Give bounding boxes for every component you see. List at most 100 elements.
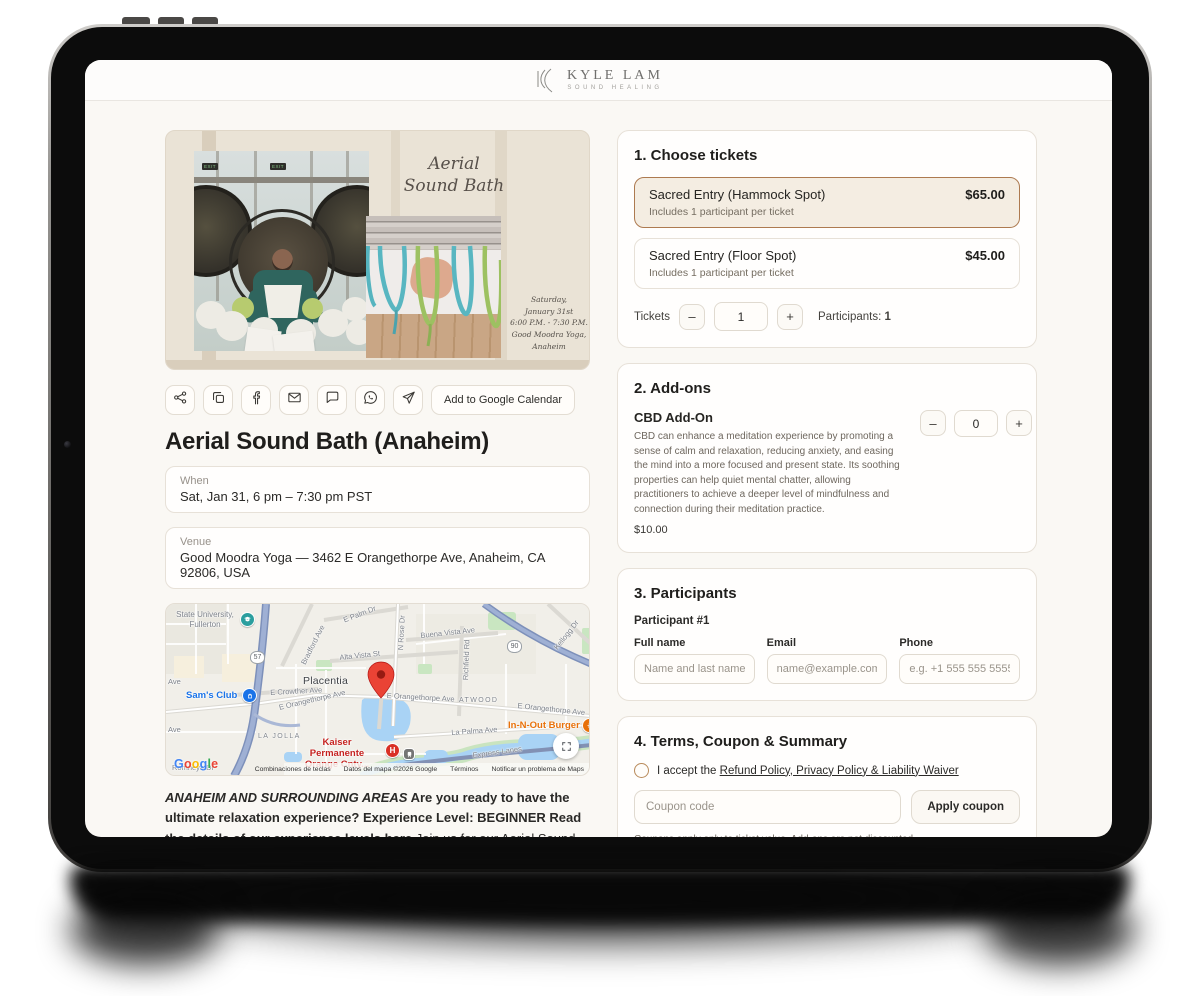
phone-input[interactable]	[899, 654, 1020, 684]
device-reflection-right	[985, 895, 1135, 965]
tablet-screen: KYLE LAM SOUND HEALING AerialSound Bath	[85, 60, 1112, 837]
venue-map[interactable]: State University, Fullerton 57 90 Bradfo…	[165, 603, 590, 776]
exit-sign: EXIT	[202, 163, 218, 170]
event-description: ANAHEIM AND SURROUNDING AREAS Are you re…	[165, 788, 590, 837]
share-icon	[172, 389, 189, 411]
addon-plus-button[interactable]: +	[1006, 410, 1032, 436]
google-logo[interactable]: Google	[174, 757, 218, 771]
map-keyboard-shortcuts-link[interactable]: Combinaciones de teclas	[255, 766, 331, 773]
highway-90-badge: 90	[507, 640, 522, 653]
accept-terms-text: I accept the	[657, 765, 720, 777]
full-name-label: Full name	[634, 637, 755, 649]
terms-title: 4. Terms, Coupon & Summary	[634, 733, 1020, 750]
when-value: Sat, Jan 31, 6 pm – 7:30 pm PST	[180, 489, 575, 504]
email-label: Email	[767, 637, 888, 649]
venue-card: Venue Good Moodra Yoga — 3462 E Orangeth…	[165, 527, 590, 589]
participants-count-value: 1	[884, 311, 890, 323]
ticket-price: $65.00	[965, 187, 1005, 202]
event-title: Aerial Sound Bath (Anaheim)	[165, 428, 590, 456]
when-label: When	[180, 475, 575, 487]
full-name-input[interactable]	[634, 654, 755, 684]
map-data-copyright: Datos del mapa ©2026 Google	[344, 766, 437, 773]
facebook-icon	[248, 389, 265, 411]
map-fullscreen-button[interactable]	[553, 733, 579, 759]
tickets-quantity-input[interactable]	[714, 302, 768, 331]
participants-card: 3. Participants Participant #1 Full name…	[617, 568, 1037, 701]
coupon-code-input[interactable]	[634, 790, 901, 824]
addon-name: CBD Add-On	[634, 410, 906, 425]
person	[272, 249, 293, 272]
brand-tagline: SOUND HEALING	[567, 85, 662, 91]
highway-57-badge: 57	[250, 651, 265, 664]
telegram-icon	[400, 389, 417, 411]
map-report-problem-link[interactable]: Notificar un problema de Maps	[491, 766, 584, 773]
poster-title: AerialSound Bath	[398, 153, 510, 197]
university-poi-icon[interactable]	[240, 612, 255, 627]
site-header: KYLE LAM SOUND HEALING	[85, 60, 1112, 101]
venue-value: Good Moodra Yoga — 3462 E Orangethorpe A…	[180, 550, 575, 580]
crystal-bowl	[264, 285, 302, 318]
ticket-name: Sacred Entry (Floor Spot)	[649, 248, 796, 263]
whatsapp-icon	[362, 389, 379, 411]
telegram-share-button[interactable]	[393, 385, 423, 415]
transit-poi-icon[interactable]	[403, 748, 415, 760]
street-richfield: Richfield Rd	[461, 640, 471, 681]
brand-name: KYLE LAM	[567, 69, 663, 83]
when-card: When Sat, Jan 31, 6 pm – 7:30 pm PST	[165, 466, 590, 513]
whatsapp-share-button[interactable]	[355, 385, 385, 415]
email-input[interactable]	[767, 654, 888, 684]
ticket-price: $45.00	[965, 248, 1005, 263]
addons-card: 2. Add-ons CBD Add-On CBD can enhance a …	[617, 363, 1037, 553]
ticket-name: Sacred Entry (Hammock Spot)	[649, 187, 825, 202]
sms-icon	[324, 389, 341, 411]
choose-tickets-title: 1. Choose tickets	[634, 147, 1020, 164]
share-toolbar: Add to Google Calendar	[165, 385, 590, 415]
email-share-button[interactable]	[279, 385, 309, 415]
ticket-option-hammock[interactable]: Sacred Entry (Hammock Spot) Includes 1 p…	[634, 177, 1020, 228]
addon-price: $10.00	[634, 524, 906, 536]
event-poster: AerialSound Bath EXIT EXIT	[165, 130, 590, 370]
map-terms-link[interactable]: Términos	[450, 766, 478, 773]
poi-innout[interactable]: In-N-Out Burger	[508, 720, 580, 731]
exit-sign: EXIT	[270, 163, 286, 170]
choose-tickets-card: 1. Choose tickets Sacred Entry (Hammock …	[617, 130, 1037, 348]
brand-logo-icon	[534, 67, 558, 93]
participants-title: 3. Participants	[634, 585, 1020, 602]
map-area-university[interactable]: State University, Fullerton	[174, 610, 236, 630]
tickets-minus-button[interactable]: –	[679, 304, 705, 330]
coupon-note: Coupons apply only to ticket value. Add-…	[634, 834, 1020, 837]
ticket-note: Includes 1 participant per ticket	[649, 267, 796, 279]
phone-label: Phone	[899, 637, 1020, 649]
poi-sams-club[interactable]: Sam's Club	[186, 690, 237, 701]
tablet-device: KYLE LAM SOUND HEALING AerialSound Bath	[48, 24, 1152, 872]
ticket-note: Includes 1 participant per ticket	[649, 206, 825, 218]
facebook-share-button[interactable]	[241, 385, 271, 415]
apply-coupon-button[interactable]: Apply coupon	[911, 790, 1020, 824]
sms-share-button[interactable]	[317, 385, 347, 415]
poster-photo-aerial-studio	[366, 216, 501, 358]
sams-club-poi-icon[interactable]	[242, 688, 257, 703]
addon-minus-button[interactable]: –	[920, 410, 946, 436]
share-button[interactable]	[165, 385, 195, 415]
addon-description: CBD can enhance a meditation experience …	[634, 430, 906, 517]
map-attribution-bar: Combinaciones de teclas Datos del mapa ©…	[284, 763, 589, 775]
participants-count-label: Participants:	[818, 311, 881, 323]
poster-photo-sound-bowl: EXIT EXIT	[194, 151, 369, 351]
policies-link[interactable]: Refund Policy, Privacy Policy & Liabilit…	[720, 765, 959, 777]
device-reflection-left	[70, 895, 220, 965]
terms-summary-card: 4. Terms, Coupon & Summary I accept the …	[617, 716, 1037, 837]
addon-quantity-input[interactable]	[954, 410, 998, 437]
front-camera	[64, 441, 71, 448]
hospital-poi-icon[interactable]: H	[385, 743, 400, 758]
street-rose: N Rose Dr	[396, 615, 407, 650]
addons-title: 2. Add-ons	[634, 380, 1020, 397]
map-area-atwood: ATWOOD	[459, 697, 498, 704]
ticket-option-floor[interactable]: Sacred Entry (Floor Spot) Includes 1 par…	[634, 238, 1020, 289]
add-to-google-calendar-button[interactable]: Add to Google Calendar	[431, 385, 575, 415]
copy-link-icon	[210, 389, 227, 411]
innout-poi-icon[interactable]	[582, 718, 590, 733]
copy-link-button[interactable]	[203, 385, 233, 415]
device-reflection-fade	[88, 878, 1112, 964]
accept-terms-radio[interactable]	[634, 763, 649, 778]
tickets-plus-button[interactable]: +	[777, 304, 803, 330]
